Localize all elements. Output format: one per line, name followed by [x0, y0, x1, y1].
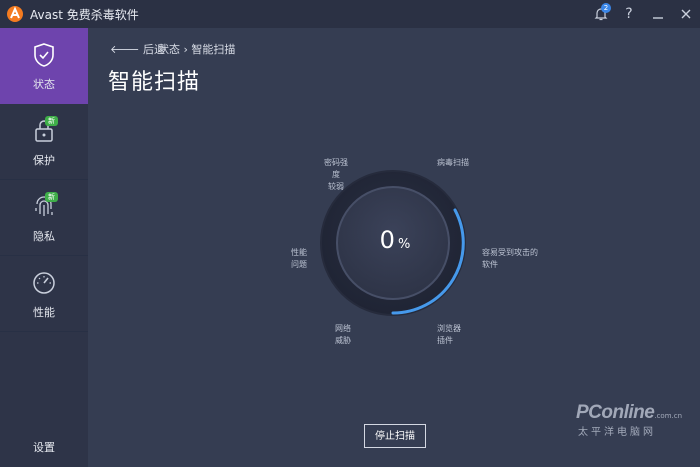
- watermark-sub: 太平洋电脑网: [578, 427, 656, 438]
- watermark-domain: .com.cn: [654, 412, 683, 420]
- progress-percentage: 0%: [340, 226, 450, 254]
- progress-unit: %: [397, 237, 411, 252]
- category-password-strength: 密码强度 较弱: [324, 158, 348, 191]
- category-browser-addons: 浏览器 插件: [437, 324, 461, 345]
- stop-scan-button[interactable]: 停止扫描: [364, 424, 426, 448]
- category-vulnerable-software: 容易受到攻击的 软件: [482, 248, 538, 269]
- progress-value: 0: [379, 226, 395, 254]
- category-virus-scan: 病毒扫描: [437, 158, 469, 167]
- category-performance-issues: 性能 问题: [291, 248, 307, 269]
- watermark-main: PConline: [576, 402, 655, 423]
- category-network-threats: 网络 威胁: [335, 324, 351, 345]
- pconline-watermark: PConline.com.cn 太平洋电脑网: [576, 402, 683, 438]
